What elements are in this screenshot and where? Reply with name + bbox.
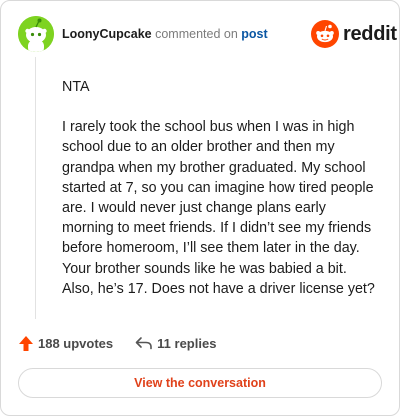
reddit-wordmark: reddit (343, 23, 397, 45)
comment-meta: LoonyCupcake commented on post (62, 27, 268, 41)
replies-stat[interactable]: 11 replies (135, 336, 216, 351)
commented-on-label: commented on (155, 27, 238, 41)
reddit-logo[interactable]: reddit (311, 20, 397, 48)
upvote-arrow-icon (19, 335, 33, 351)
upvotes-stat[interactable]: 188 upvotes (18, 335, 113, 352)
replies-count: 11 replies (157, 335, 217, 351)
comment-paragraph: I rarely took the school bus when I was … (62, 119, 375, 297)
snoo-avatar-icon (18, 16, 54, 52)
upvotes-count: 188 upvotes (38, 335, 114, 351)
username[interactable]: LoonyCupcake (62, 27, 152, 41)
thread-line[interactable] (35, 57, 36, 319)
comment-card: LoonyCupcake commented on post reddit NT… (0, 0, 400, 416)
user-avatar[interactable] (18, 16, 54, 52)
comment-stats: 188 upvotes 11 replies (18, 334, 216, 352)
reply-arrow-icon (135, 337, 152, 350)
comment-paragraph: NTA (62, 79, 90, 95)
post-link[interactable]: post (241, 27, 267, 41)
view-conversation-button[interactable]: View the conversation (18, 368, 382, 398)
comment-body: NTA I rarely took the school bus when I … (62, 77, 378, 299)
reddit-snoo-icon (311, 20, 339, 48)
